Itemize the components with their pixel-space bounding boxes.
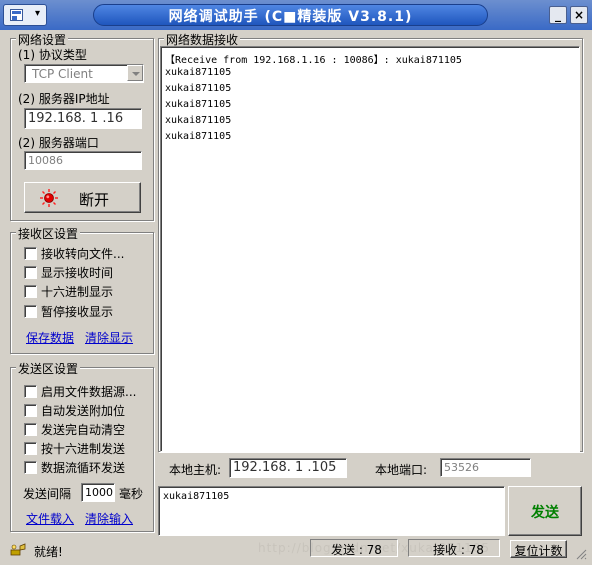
resize-grip-icon[interactable] [575, 548, 587, 560]
chevron-down-icon[interactable]: ▾ [35, 8, 40, 19]
recv-option-pause-checkbox[interactable] [24, 305, 37, 318]
send-option-auto-clear-checkbox[interactable] [24, 423, 37, 436]
send-interval-label: 发送间隔 [23, 487, 72, 501]
status-icon [10, 543, 26, 556]
minimize-button[interactable]: _ [549, 6, 567, 24]
disconnect-button[interactable]: 断开 [24, 182, 141, 213]
clear-display-link[interactable]: 清除显示 [85, 329, 133, 346]
protocol-combo[interactable]: TCP Client [24, 64, 144, 83]
sent-count-panel: 发送 : 78 [310, 539, 398, 557]
clear-input-link[interactable]: 清除输入 [85, 510, 133, 527]
system-menu[interactable]: ▾ [3, 4, 47, 26]
recv-option-show-time-label: 显示接收时间 [41, 266, 114, 280]
recv-option-redirect-label: 接收转向文件... [41, 247, 125, 261]
title-bar[interactable]: ▾ 网络调试助手 (C■精装版 V3.8.1) _ × [0, 0, 592, 30]
receive-line: xukai871105 [165, 99, 232, 110]
recv-option-pause-label: 暂停接收显示 [41, 305, 114, 319]
disconnect-label: 断开 [79, 191, 110, 209]
status-ready-text: 就绪! [34, 545, 63, 559]
load-file-link[interactable]: 文件载入 [26, 510, 74, 527]
receive-line: 【Receive from 192.168.1.16 : 10086】: xuk… [165, 55, 462, 66]
local-port-label: 本地端口: [375, 463, 428, 477]
receive-settings-title: 接收区设置 [16, 225, 81, 242]
send-option-file-source-checkbox[interactable] [24, 385, 37, 398]
send-option-file-source-label: 启用文件数据源... [41, 385, 137, 399]
send-option-auto-clear-label: 发送完自动清空 [41, 423, 126, 437]
app-icon [10, 9, 23, 21]
local-host-value: 192.168. 1 .105 [233, 460, 337, 475]
send-option-hex-label: 按十六进制发送 [41, 442, 126, 456]
send-settings-title: 发送区设置 [16, 360, 81, 377]
send-option-loop-label: 数据流循环发送 [41, 461, 126, 475]
local-host-label: 本地主机: [169, 463, 222, 477]
sent-count: 发送 : 78 [331, 543, 382, 557]
chevron-down-icon[interactable] [127, 65, 143, 81]
send-textarea[interactable]: xukai871105 [158, 486, 505, 536]
send-option-append-checkbox[interactable] [24, 404, 37, 417]
send-text: xukai871105 [163, 491, 230, 502]
send-button-label: 发送 [531, 505, 559, 521]
server-ip-field[interactable]: 192.168. 1 .16 [24, 108, 142, 129]
recv-option-hex-checkbox[interactable] [24, 285, 37, 298]
local-host-field[interactable]: 192.168. 1 .105 [229, 458, 347, 478]
send-option-hex-checkbox[interactable] [24, 442, 37, 455]
recv-option-hex-label: 十六进制显示 [41, 285, 114, 299]
recv-option-redirect-checkbox[interactable] [24, 247, 37, 260]
server-port-value: 10086 [28, 154, 63, 167]
reset-count-label: 复位计数 [514, 544, 563, 558]
receive-line: xukai871105 [165, 131, 232, 142]
send-interval-unit: 毫秒 [119, 487, 144, 501]
connection-status-icon [40, 189, 58, 207]
server-port-label: (2) 服务器端口 [18, 136, 99, 150]
send-interval-field[interactable]: 1000 [81, 483, 115, 502]
close-button[interactable]: × [570, 6, 588, 24]
window-title-pill: 网络调试助手 (C■精装版 V3.8.1) [93, 4, 488, 26]
recv-option-show-time-checkbox[interactable] [24, 266, 37, 279]
receive-textarea[interactable]: 【Receive from 192.168.1.16 : 10086】: xuk… [160, 46, 580, 452]
protocol-label: (1) 协议类型 [18, 48, 87, 62]
received-count: 接收 : 78 [433, 543, 484, 557]
server-port-field[interactable]: 10086 [24, 151, 142, 170]
reset-count-button[interactable]: 复位计数 [510, 540, 567, 558]
server-ip-label: (2) 服务器IP地址 [18, 92, 110, 106]
received-count-panel: 接收 : 78 [408, 539, 500, 557]
server-ip-value: 192.168. 1 .16 [28, 111, 124, 126]
send-option-loop-checkbox[interactable] [24, 461, 37, 474]
protocol-value: TCP Client [32, 67, 93, 81]
send-interval-value: 1000 [85, 486, 113, 499]
receive-line: xukai871105 [165, 115, 232, 126]
local-port-field[interactable]: 53526 [440, 458, 531, 477]
window-title: 网络调试助手 (C■精装版 V3.8.1) [168, 9, 413, 25]
receive-line: xukai871105 [165, 83, 232, 94]
save-data-link[interactable]: 保存数据 [26, 329, 74, 346]
receive-line: xukai871105 [165, 67, 232, 78]
send-option-append-label: 自动发送附加位 [41, 404, 126, 418]
local-port-value: 53526 [444, 461, 479, 474]
send-button[interactable]: 发送 [508, 486, 582, 536]
